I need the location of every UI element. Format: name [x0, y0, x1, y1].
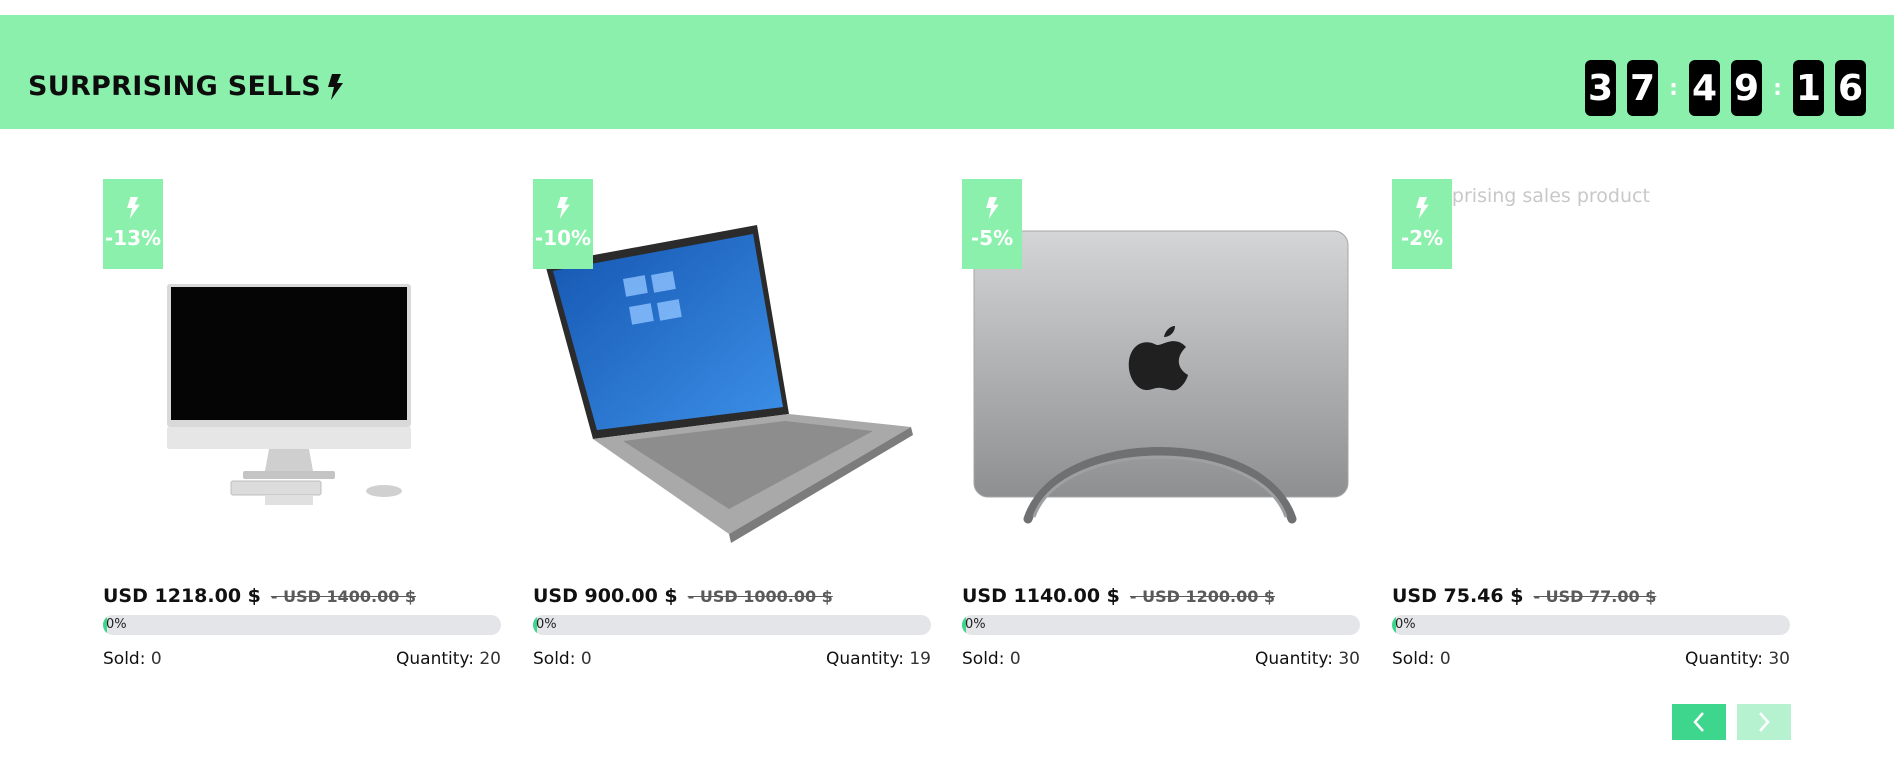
quantity-value: 19 [909, 649, 931, 669]
countdown-minutes-tens: 4 [1689, 60, 1720, 116]
countdown-timer: 3 7 : 4 9 : 1 6 [1585, 59, 1866, 117]
discount-percent: -10% [534, 226, 592, 250]
sold-label: Sold: [962, 649, 1005, 669]
progress-label: 0% [536, 617, 557, 632]
sold-label: Sold: [103, 649, 146, 669]
original-price: - USD 1000.00 $ [687, 587, 833, 606]
sale-price: USD 75.46 $ [1392, 585, 1524, 607]
countdown-separator: : [1773, 75, 1782, 101]
sold-value: 0 [150, 649, 162, 669]
discount-percent: -5% [970, 226, 1014, 250]
sold-stat: Sold: 0 [962, 649, 1021, 669]
original-price: - USD 77.00 $ [1533, 587, 1657, 606]
discount-percent: -13% [104, 226, 162, 250]
product-image-area[interactable]: -13% [103, 179, 501, 579]
sale-price: USD 900.00 $ [533, 585, 678, 607]
quantity-stat: Quantity: 30 [1685, 649, 1790, 669]
product-image-area[interactable]: Surprising sales product -2% [1392, 179, 1790, 579]
countdown-hours-tens: 3 [1585, 60, 1616, 116]
lightning-icon [327, 73, 343, 100]
discount-badge: -5% [962, 179, 1022, 269]
countdown-seconds-tens: 1 [1793, 60, 1824, 116]
product-card[interactable]: Surprising sales product -2% USD 75.46 $… [1392, 179, 1790, 669]
quantity-stat: Quantity: 19 [826, 649, 931, 669]
progress-label: 0% [1395, 617, 1416, 632]
product-card[interactable]: -13% USD 1218.00 $ - USD 1400.00 $ 0% So… [103, 179, 501, 669]
product-card[interactable]: -10% USD 900.00 $ - USD 1000.00 $ 0% Sol… [533, 179, 931, 669]
quantity-stat: Quantity: 30 [1255, 649, 1360, 669]
sold-stat: Sold: 0 [103, 649, 162, 669]
broken-image-alt-text[interactable]: Surprising sales product [1420, 185, 1650, 207]
quantity-label: Quantity: [1255, 649, 1333, 669]
stock-stats: Sold: 0 Quantity: 19 [533, 649, 931, 669]
countdown-separator: : [1669, 75, 1678, 101]
lightning-icon [986, 197, 999, 219]
quantity-value: 30 [1338, 649, 1360, 669]
discount-badge: -10% [533, 179, 593, 269]
discount-badge: -2% [1392, 179, 1452, 269]
price-row: USD 900.00 $ - USD 1000.00 $ [533, 585, 833, 607]
sold-value: 0 [580, 649, 592, 669]
banner-title-text: SURPRISING SELLS [28, 71, 321, 102]
chevron-left-icon [1693, 712, 1704, 732]
stock-stats: Sold: 0 Quantity: 30 [962, 649, 1360, 669]
original-price: - USD 1200.00 $ [1129, 587, 1276, 606]
progress-label: 0% [106, 617, 127, 632]
lightning-icon [127, 197, 140, 219]
original-price: - USD 1400.00 $ [270, 587, 417, 606]
sold-label: Sold: [1392, 649, 1435, 669]
discount-percent: -2% [1400, 226, 1444, 250]
sold-progress-bar: 0% [962, 615, 1360, 635]
sold-value: 0 [1439, 649, 1451, 669]
quantity-label: Quantity: [1685, 649, 1763, 669]
price-row: USD 1218.00 $ - USD 1400.00 $ [103, 585, 416, 607]
price-row: USD 75.46 $ - USD 77.00 $ [1392, 585, 1656, 607]
carousel-next-button[interactable] [1737, 704, 1791, 740]
quantity-stat: Quantity: 20 [396, 649, 501, 669]
price-row: USD 1140.00 $ - USD 1200.00 $ [962, 585, 1275, 607]
progress-label: 0% [965, 617, 986, 632]
quantity-value: 30 [1768, 649, 1790, 669]
product-image-area[interactable]: -10% [533, 179, 931, 579]
quantity-label: Quantity: [396, 649, 474, 669]
discount-badge: -13% [103, 179, 163, 269]
product-image-area[interactable]: -5% [962, 179, 1360, 579]
quantity-label: Quantity: [826, 649, 904, 669]
sold-label: Sold: [533, 649, 576, 669]
sold-progress-bar: 0% [533, 615, 931, 635]
sold-stat: Sold: 0 [1392, 649, 1451, 669]
carousel-prev-button[interactable] [1672, 704, 1726, 740]
sale-price: USD 1140.00 $ [962, 585, 1120, 607]
countdown-seconds-ones: 6 [1835, 60, 1866, 116]
sold-stat: Sold: 0 [533, 649, 592, 669]
chevron-right-icon [1759, 712, 1770, 732]
stock-stats: Sold: 0 Quantity: 30 [1392, 649, 1790, 669]
sold-progress-bar: 0% [1392, 615, 1790, 635]
lightning-icon [557, 197, 570, 219]
countdown-minutes-ones: 9 [1731, 60, 1762, 116]
sold-progress-bar: 0% [103, 615, 501, 635]
banner-title: SURPRISING SELLS [28, 71, 343, 102]
sold-value: 0 [1009, 649, 1021, 669]
flash-sale-banner: SURPRISING SELLS 3 7 : 4 9 : 1 6 [0, 15, 1894, 129]
stock-stats: Sold: 0 Quantity: 20 [103, 649, 501, 669]
sale-price: USD 1218.00 $ [103, 585, 261, 607]
product-card[interactable]: -5% USD 1140.00 $ - USD 1200.00 $ 0% Sol… [962, 179, 1360, 669]
lightning-icon [1416, 197, 1429, 219]
quantity-value: 20 [479, 649, 501, 669]
countdown-hours-ones: 7 [1627, 60, 1658, 116]
